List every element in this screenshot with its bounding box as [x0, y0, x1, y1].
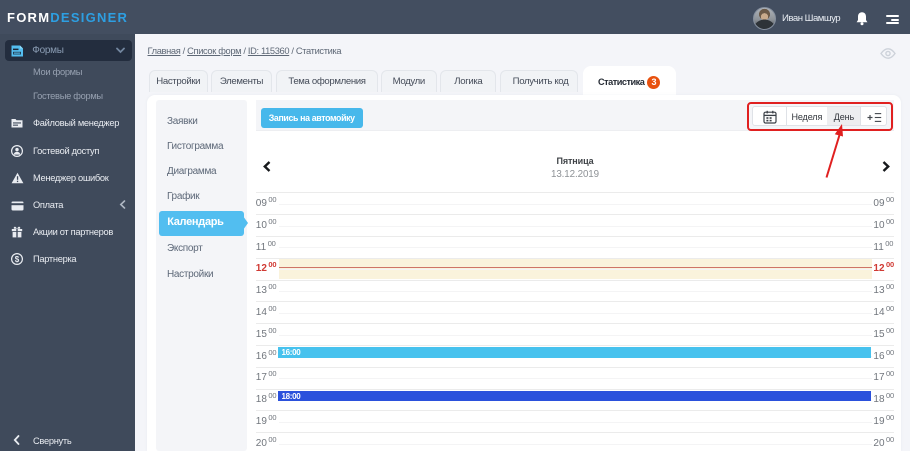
svg-text:$: $	[15, 255, 20, 264]
